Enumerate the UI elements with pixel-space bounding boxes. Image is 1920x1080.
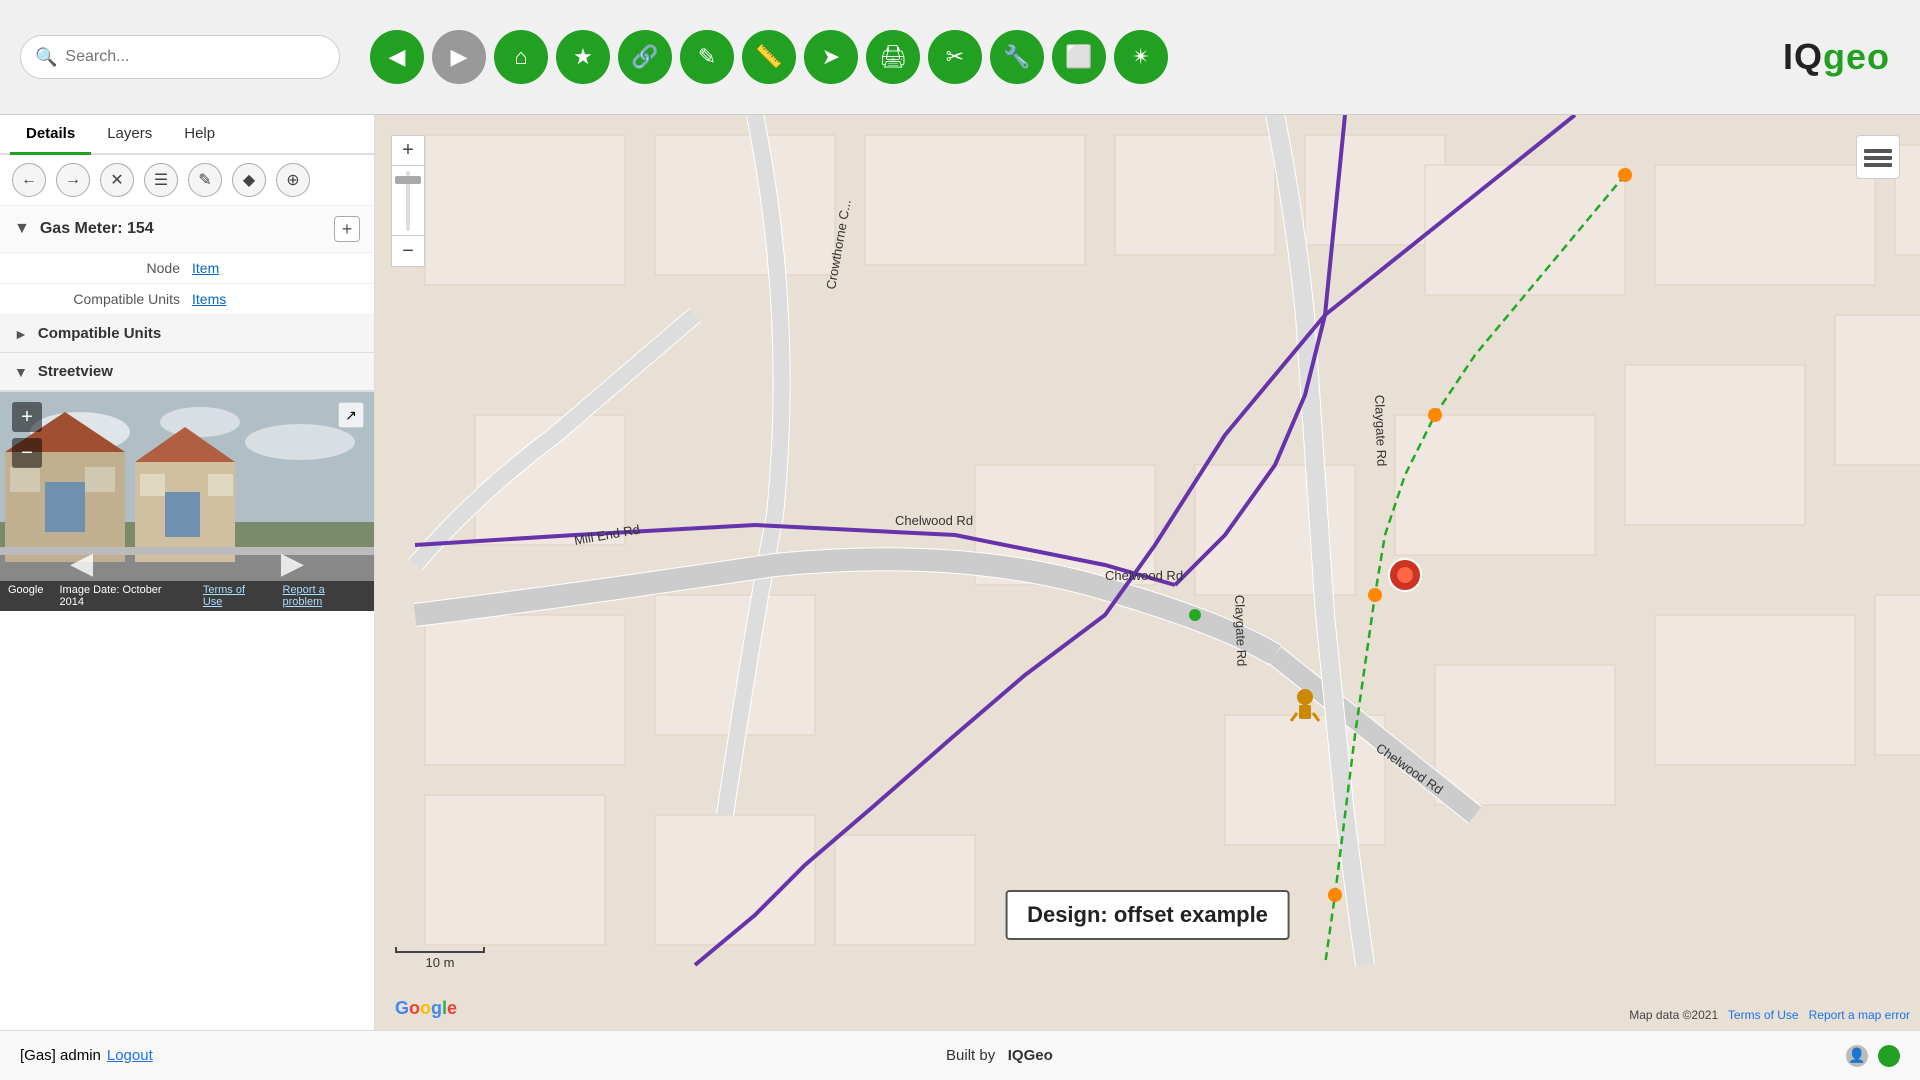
streetview-report-link[interactable]: Report a problem bbox=[283, 584, 367, 608]
tools-button[interactable]: 🔧 bbox=[990, 30, 1044, 84]
gas-meter-add-button[interactable]: + bbox=[334, 216, 360, 242]
print-button[interactable]: 🖨 bbox=[866, 30, 920, 84]
compatible-units-section-header[interactable]: ► Compatible Units bbox=[0, 315, 374, 353]
streetview-container: + − ↗ ◀ ▶ Google Image Date: October 201… bbox=[0, 391, 374, 611]
nav-buttons: ◀ ▶ ⌂ ★ 🔗 ✎ 📏 ➤ 🖨 ✂ 🔧 ⬜ ✴ bbox=[370, 30, 1168, 84]
streetview-terms-link[interactable]: Terms of Use bbox=[203, 584, 267, 608]
left-panel: Details Layers Help ← → ✕ ☰ ✎ ◆ ⊕ ▼ Gas … bbox=[0, 115, 375, 1030]
node-value-link[interactable]: Item bbox=[192, 260, 219, 276]
gas-meter-header: ▼ Gas Meter: 154 + bbox=[0, 206, 374, 253]
measure-button[interactable]: 📏 bbox=[742, 30, 796, 84]
design-label: Design: offset example bbox=[1005, 890, 1290, 940]
gas-meter-chevron[interactable]: ▼ bbox=[14, 220, 30, 238]
select-button[interactable]: ⬜ bbox=[1052, 30, 1106, 84]
search-input[interactable] bbox=[65, 48, 325, 66]
map-layers-button[interactable] bbox=[1856, 135, 1900, 179]
compatible-units-section-title: Compatible Units bbox=[38, 325, 161, 342]
streetview-info-bar: Google Image Date: October 2014 Terms of… bbox=[0, 581, 374, 611]
navigate-button[interactable]: ➤ bbox=[804, 30, 858, 84]
map-area[interactable]: Crowthorne C... Chelwood Rd Chelwood Rd … bbox=[375, 115, 1920, 1030]
streetview-image bbox=[0, 392, 374, 611]
map-zoom-controls: + − bbox=[391, 135, 425, 267]
panel-navigate-button[interactable]: ◆ bbox=[232, 163, 266, 197]
svg-text:Chelwood Rd: Chelwood Rd bbox=[1105, 568, 1183, 583]
edit-button[interactable]: ✎ bbox=[680, 30, 734, 84]
app-logo: IQgeo bbox=[1783, 36, 1890, 78]
panel-list-button[interactable]: ☰ bbox=[144, 163, 178, 197]
panel-close-button[interactable]: ✕ bbox=[100, 163, 134, 197]
cut-button[interactable]: ✂ bbox=[928, 30, 982, 84]
home-button[interactable]: ⌂ bbox=[494, 30, 548, 84]
panel-back-button[interactable]: ← bbox=[12, 163, 46, 197]
streetview-expand-button[interactable]: ↗ bbox=[338, 402, 364, 428]
toolbar: 🔍 ◀ ▶ ⌂ ★ 🔗 ✎ 📏 ➤ 🖨 ✂ 🔧 ⬜ ✴ IQgeo bbox=[0, 0, 1920, 115]
map-zoom-in-button[interactable]: + bbox=[392, 136, 424, 166]
streetview-section-title: Streetview bbox=[38, 363, 113, 380]
streetview-date: Image Date: October 2014 bbox=[59, 584, 186, 608]
streetview-google-label: Google bbox=[8, 584, 43, 608]
panel-edit-button[interactable]: ✎ bbox=[188, 163, 222, 197]
expand-button[interactable]: ✴ bbox=[1114, 30, 1168, 84]
map-terms-link[interactable]: Terms of Use bbox=[1728, 1008, 1799, 1022]
forward-button[interactable]: ▶ bbox=[432, 30, 486, 84]
streetview-zoom-plus-button[interactable]: + bbox=[12, 402, 42, 432]
tab-bar: Details Layers Help bbox=[0, 115, 374, 155]
user-label: [Gas] admin bbox=[20, 1047, 101, 1064]
map-zoom-out-button[interactable]: − bbox=[392, 236, 424, 266]
bookmark-button[interactable]: ★ bbox=[556, 30, 610, 84]
search-bar: 🔍 bbox=[20, 35, 340, 79]
status-right: 👤 bbox=[1846, 1045, 1900, 1067]
svg-text:Claygate Rd: Claygate Rd bbox=[1372, 395, 1389, 467]
compatible-units-property-row: Compatible Units Items bbox=[0, 284, 374, 315]
gas-meter-title: Gas Meter: 154 bbox=[40, 220, 334, 238]
compatible-units-value-link[interactable]: Items bbox=[192, 291, 226, 307]
streetview-section-header[interactable]: ▼ Streetview bbox=[0, 353, 374, 391]
tab-details[interactable]: Details bbox=[10, 115, 91, 155]
map-data-label: Map data ©2021 bbox=[1629, 1008, 1718, 1022]
status-dot bbox=[1878, 1045, 1900, 1067]
user-avatar: 👤 bbox=[1846, 1045, 1868, 1067]
search-icon: 🔍 bbox=[35, 47, 57, 68]
map-scale-bar: 10 m bbox=[395, 947, 485, 970]
logout-link[interactable]: Logout bbox=[107, 1047, 153, 1064]
scale-label: 10 m bbox=[395, 955, 485, 970]
panel-collapse-button[interactable]: ◀ bbox=[374, 553, 375, 593]
google-logo: Google bbox=[395, 997, 457, 1020]
scale-bar-line bbox=[395, 947, 485, 953]
map-report-link[interactable]: Report a map error bbox=[1809, 1008, 1910, 1022]
brand-label: IQGeo bbox=[1008, 1047, 1053, 1064]
svg-text:Chelwood Rd: Chelwood Rd bbox=[895, 513, 973, 528]
streetview-chevron: ▼ bbox=[14, 364, 28, 380]
svg-text:Claygate Rd: Claygate Rd bbox=[1232, 595, 1249, 667]
node-label: Node bbox=[40, 260, 180, 276]
link-button[interactable]: 🔗 bbox=[618, 30, 672, 84]
status-bar: [Gas] admin Logout Built by IQGeo 👤 bbox=[0, 1030, 1920, 1080]
built-by-label: Built by bbox=[946, 1047, 995, 1064]
panel-toolbar: ← → ✕ ☰ ✎ ◆ ⊕ bbox=[0, 155, 374, 206]
node-property-row: Node Item bbox=[0, 253, 374, 284]
streetview-zoom-minus-button[interactable]: − bbox=[12, 438, 42, 468]
panel-forward-button[interactable]: → bbox=[56, 163, 90, 197]
status-left: [Gas] admin Logout bbox=[20, 1047, 153, 1064]
panel-zoom-button[interactable]: ⊕ bbox=[276, 163, 310, 197]
streetview-next-button[interactable]: ▶ bbox=[281, 546, 304, 581]
compatible-units-label: Compatible Units bbox=[40, 291, 180, 307]
back-button[interactable]: ◀ bbox=[370, 30, 424, 84]
tab-help[interactable]: Help bbox=[168, 115, 231, 155]
streetview-prev-button[interactable]: ◀ bbox=[70, 546, 93, 581]
map-attribution: Map data ©2021 Terms of Use Report a map… bbox=[1629, 1008, 1910, 1022]
compatible-units-chevron: ► bbox=[14, 326, 28, 342]
tab-layers[interactable]: Layers bbox=[91, 115, 168, 155]
status-center: Built by IQGeo bbox=[946, 1047, 1053, 1064]
